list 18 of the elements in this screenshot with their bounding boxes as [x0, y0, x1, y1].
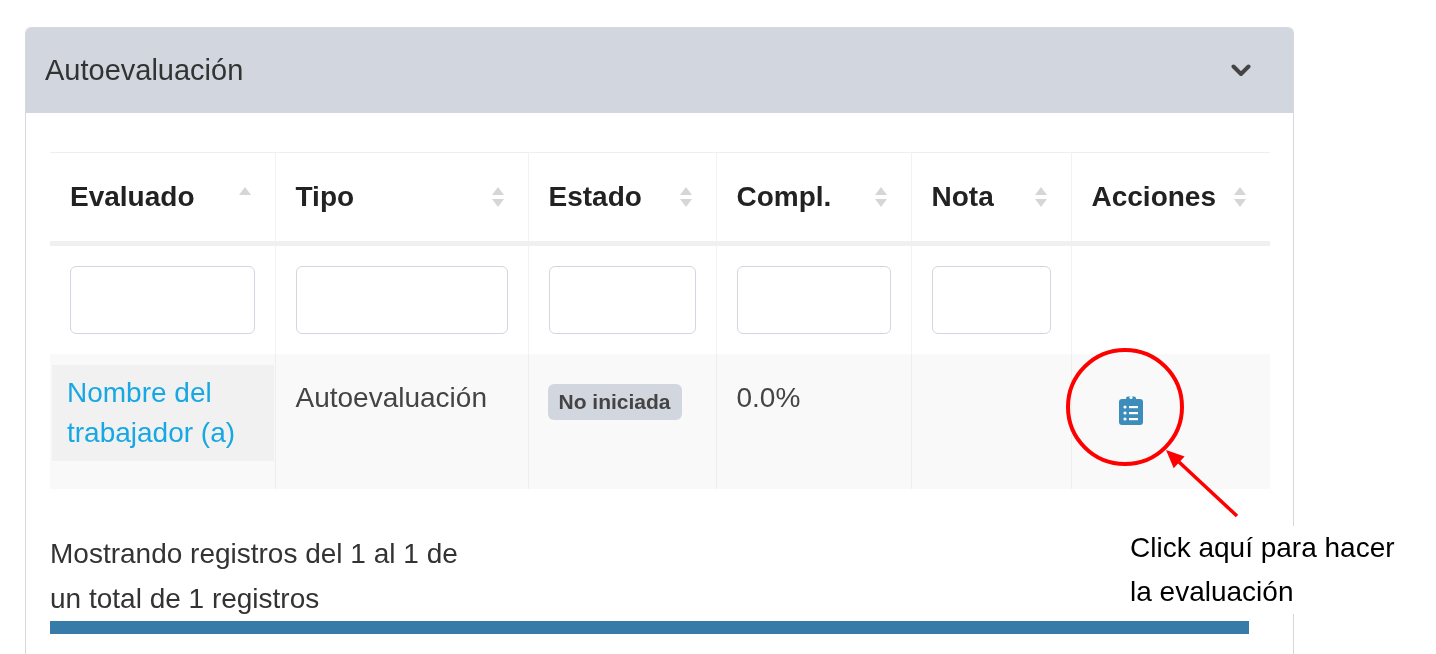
filter-input-field[interactable]	[295, 265, 508, 334]
horizontal-scrollbar[interactable]	[50, 620, 1249, 634]
column-header[interactable]: Acciones	[1091, 176, 1216, 218]
collapse-button[interactable]	[1231, 64, 1251, 77]
filter-input-field[interactable]	[736, 265, 891, 334]
column-header[interactable]: Tipo	[295, 176, 355, 218]
filter-input-field[interactable]	[548, 265, 696, 334]
status-badge: No iniciada	[547, 383, 682, 420]
filter-input-field[interactable]	[70, 265, 255, 334]
evaluate-button[interactable]	[1118, 394, 1143, 425]
chevron-down-icon	[1231, 64, 1251, 77]
table-cell-text: 0.0%	[736, 380, 801, 415]
filter-input-field[interactable]	[931, 265, 1051, 334]
column-header[interactable]: Nota	[931, 176, 994, 218]
panel-title: Autoevaluación	[45, 52, 244, 88]
table-cell-text: Autoevaluación	[295, 380, 487, 415]
table-info-text: Mostrando registros del 1 al 1 de un total de 1 registros	[50, 536, 459, 616]
clipboard-list-icon	[1118, 394, 1143, 425]
